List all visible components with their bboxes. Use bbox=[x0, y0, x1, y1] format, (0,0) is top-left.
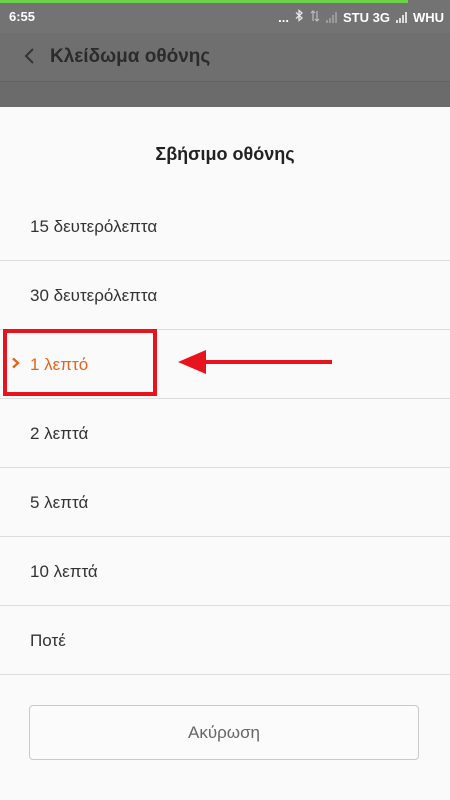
status-time: 6:55 bbox=[9, 9, 36, 24]
option-label: 5 λεπτά bbox=[30, 493, 89, 512]
cancel-button[interactable]: Ακύρωση bbox=[29, 705, 419, 760]
page-load-progress bbox=[0, 0, 408, 3]
status-bar: 6:55 ... STU 3G WHU bbox=[0, 0, 450, 33]
option-label: 10 λεπτά bbox=[30, 562, 98, 581]
app-header: Κλείδωμα οθόνης bbox=[0, 33, 450, 81]
option-30-seconds[interactable]: 30 δευτερόλεπτα bbox=[0, 261, 450, 330]
option-15-seconds[interactable]: 15 δευτερόλεπτα bbox=[0, 192, 450, 261]
chevron-left-icon[interactable] bbox=[20, 45, 42, 67]
dimmed-background bbox=[0, 81, 450, 108]
status-icons: ... STU 3G WHU bbox=[278, 9, 444, 25]
option-5-minutes[interactable]: 5 λεπτά bbox=[0, 468, 450, 537]
option-label: 2 λεπτά bbox=[30, 424, 89, 443]
notification-dots: ... bbox=[278, 9, 289, 25]
option-never[interactable]: Ποτέ bbox=[0, 606, 450, 675]
dialog-title: Σβήσιμο οθόνης bbox=[155, 144, 295, 164]
option-label: Ποτέ bbox=[30, 631, 66, 650]
carrier-2: WHU bbox=[412, 9, 444, 25]
annotation-arrow-icon bbox=[178, 350, 332, 374]
data-transfer-icon bbox=[310, 9, 320, 25]
carrier-1: STU 3G bbox=[342, 9, 390, 25]
option-label: 30 δευτερόλεπτα bbox=[30, 286, 158, 305]
screen-timeout-dialog: Σβήσιμο οθόνης 15 δευτερόλεπτα 30 δευτερ… bbox=[0, 107, 450, 800]
option-label: 15 δευτερόλεπτα bbox=[30, 217, 158, 236]
signal-icon-1 bbox=[325, 11, 337, 23]
bluetooth-icon bbox=[295, 9, 304, 25]
annotation-highlight-box bbox=[3, 329, 157, 396]
option-10-minutes[interactable]: 10 λεπτά bbox=[0, 537, 450, 606]
option-2-minutes[interactable]: 2 λεπτά bbox=[0, 399, 450, 468]
signal-icon-2 bbox=[395, 11, 407, 23]
timeout-options-list: 15 δευτερόλεπτα 30 δευτερόλεπτα 1 λεπτό … bbox=[0, 192, 450, 675]
page-title: Κλείδωμα οθόνης bbox=[50, 46, 211, 67]
